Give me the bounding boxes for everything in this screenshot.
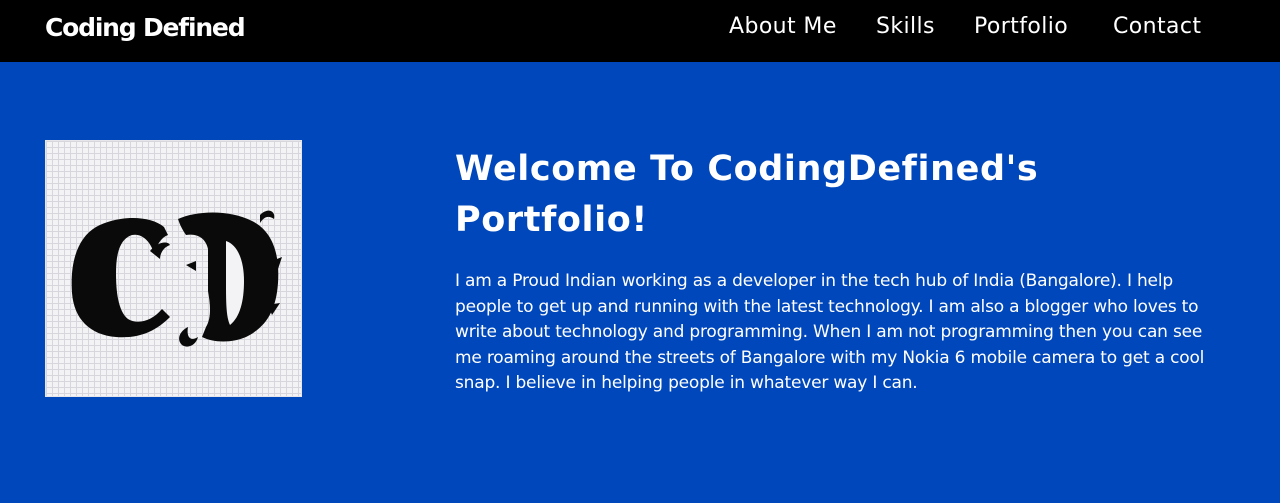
nav-link-portfolio[interactable]: Portfolio [974, 14, 1068, 39]
cd-logo-graphic [71, 210, 282, 347]
nav-link-about-me[interactable]: About Me [729, 14, 837, 39]
hero-description: I am a Proud Indian working as a develop… [455, 271, 1205, 393]
nav-link-contact[interactable]: Contact [1113, 14, 1201, 39]
cd-logo-image [45, 140, 302, 397]
hero-title: Welcome To CodingDefined's Portfolio! [455, 149, 1039, 240]
hero-section: Welcome To CodingDefined's Portfolio! I … [0, 62, 1280, 503]
nav-link-skills[interactable]: Skills [876, 14, 935, 39]
main-nav: About Me Skills Portfolio Contact [0, 14, 1280, 44]
top-navbar: Coding Defined About Me Skills Portfolio… [0, 0, 1280, 62]
